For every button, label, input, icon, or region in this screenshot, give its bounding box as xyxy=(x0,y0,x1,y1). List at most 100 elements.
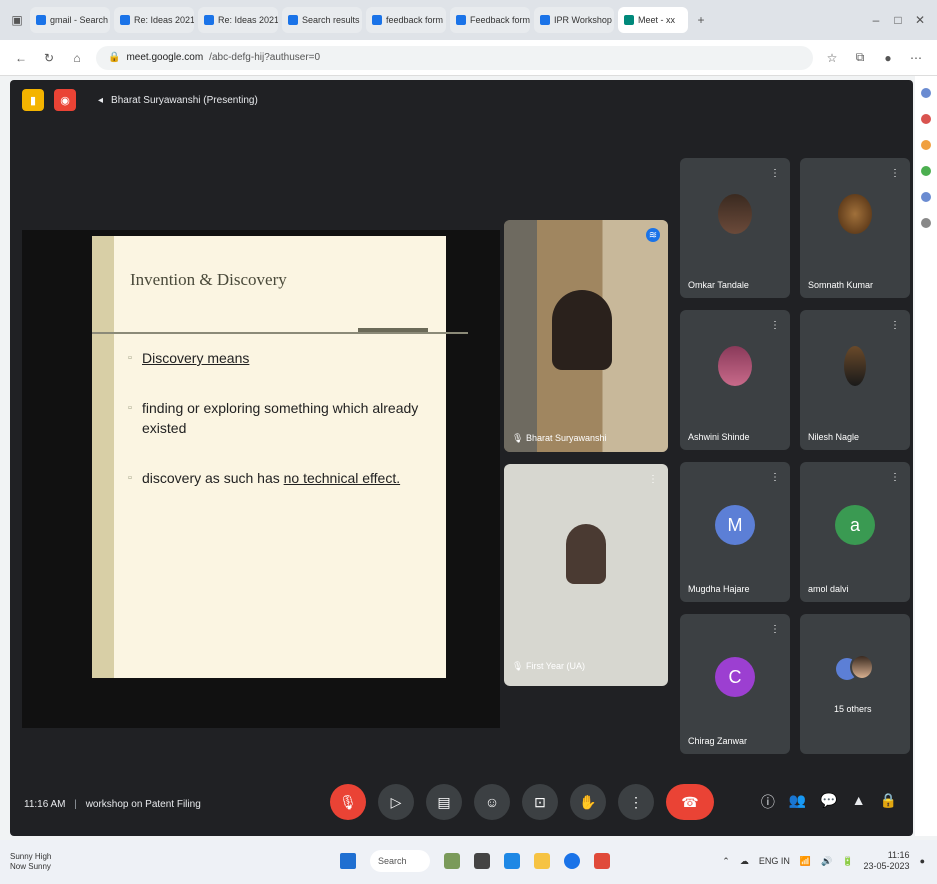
search-label: Search xyxy=(378,856,407,866)
taskbar-search[interactable]: Search xyxy=(370,850,430,872)
raise-hand-button[interactable]: ✋ xyxy=(570,784,606,820)
back-icon[interactable]: ← xyxy=(12,49,30,67)
language-indicator[interactable]: ENG IN xyxy=(759,856,790,866)
more-icon[interactable]: ⋮ xyxy=(888,166,902,180)
outlook-icon[interactable] xyxy=(921,192,931,202)
chrome-icon[interactable] xyxy=(564,853,580,869)
participant-photo xyxy=(718,194,752,234)
home-icon[interactable]: ⌂ xyxy=(68,49,86,67)
browser-tab-active[interactable]: Meet - xx xyxy=(618,7,688,33)
more-icon[interactable]: ⋮ xyxy=(768,166,782,180)
tab-favicon xyxy=(624,15,634,25)
participant-tile-presenter[interactable]: ≋ 🎙 Bharat Suryawanshi xyxy=(504,220,668,452)
participant-tile[interactable]: a ⋮ amol dalvi xyxy=(800,462,910,602)
menu-icon[interactable]: ⋯ xyxy=(907,49,925,67)
notification-icon[interactable]: ● xyxy=(920,856,925,866)
extensions-icon[interactable]: ⧉ xyxy=(851,49,869,67)
participant-tile[interactable]: ⋮ Somnath Kumar xyxy=(800,158,910,298)
star-icon[interactable]: ☆ xyxy=(823,49,841,67)
widgets-icon[interactable] xyxy=(444,853,460,869)
meeting-title: workshop on Patent Filing xyxy=(85,798,201,810)
browser-tab[interactable]: Re: Ideas 2021 - xx xyxy=(198,7,278,33)
person-silhouette xyxy=(552,290,612,370)
file-icon[interactable]: ▮ xyxy=(22,89,44,111)
more-icon[interactable]: ⋮ xyxy=(768,470,782,484)
tab-label: Re: Ideas 2021 xyxy=(134,15,194,25)
more-icon[interactable]: ⋮ xyxy=(888,318,902,332)
maximize-icon[interactable]: □ xyxy=(889,11,907,29)
search-icon[interactable] xyxy=(921,88,931,98)
people-icon[interactable]: 👥 xyxy=(789,792,806,812)
more-icon[interactable]: ⋮ xyxy=(768,622,782,636)
games-icon[interactable] xyxy=(921,166,931,176)
others-tile[interactable]: 15 others xyxy=(800,614,910,754)
window-menu-icon[interactable]: ▣ xyxy=(8,11,26,29)
browser-tab[interactable]: gmail - Search xyxy=(30,7,110,33)
weather-widget[interactable]: Sunny High Now Sunny xyxy=(10,852,130,872)
captions-button[interactable]: ▤ xyxy=(426,784,462,820)
close-icon[interactable]: ✕ xyxy=(911,11,929,29)
more-icon[interactable]: ⋮ xyxy=(646,472,660,486)
slide-divider-accent xyxy=(358,328,428,332)
browser-tab[interactable]: Search results xyxy=(282,7,362,33)
participant-tile[interactable]: ⋮ 🎙 First Year (UA) xyxy=(504,464,668,686)
meet-top-bar: ▮ ◉ ◂ Bharat Suryawanshi (Presenting) xyxy=(10,80,913,120)
profile-icon[interactable]: ● xyxy=(879,49,897,67)
store-icon[interactable] xyxy=(594,853,610,869)
participant-photo xyxy=(838,194,872,234)
task-view-icon[interactable] xyxy=(474,853,490,869)
avatar-stack xyxy=(850,654,874,680)
meet-control-bar: 11:16 AM | workshop on Patent Filing 🎙 ▷… xyxy=(10,772,913,836)
camera-toggle-button[interactable]: ▷ xyxy=(378,784,414,820)
emoji-button[interactable]: ☺ xyxy=(474,784,510,820)
chevron-up-icon[interactable]: ⌃ xyxy=(722,856,730,867)
more-icon[interactable]: ⋮ xyxy=(768,318,782,332)
file-explorer-icon[interactable] xyxy=(534,853,550,869)
tab-label: gmail - Search xyxy=(50,15,109,25)
wifi-icon[interactable]: 📶 xyxy=(800,856,811,867)
windows-start-icon[interactable] xyxy=(340,853,356,869)
new-tab-icon[interactable]: + xyxy=(692,11,710,29)
participant-tile[interactable]: ⋮ Omkar Tandale xyxy=(680,158,790,298)
tools-icon[interactable] xyxy=(921,140,931,150)
browser-tab[interactable]: Feedback form xyxy=(450,7,530,33)
info-icon[interactable]: ⓘ xyxy=(761,792,775,812)
battery-icon[interactable]: 🔋 xyxy=(842,856,853,867)
network-icon[interactable]: ☁ xyxy=(740,856,749,867)
tab-favicon xyxy=(204,15,214,25)
tab-label: feedback form xyxy=(386,15,444,25)
avatar: M xyxy=(715,505,755,545)
edge-icon[interactable] xyxy=(504,853,520,869)
minimize-icon[interactable]: – xyxy=(867,11,885,29)
participant-tile[interactable]: ⋮ Nilesh Nagle xyxy=(800,310,910,450)
host-controls-icon[interactable]: 🔒 xyxy=(880,792,897,812)
activities-icon[interactable]: ▲ xyxy=(852,792,866,812)
leave-call-button[interactable]: ☎ xyxy=(666,784,714,820)
weather-text: Sunny High xyxy=(10,852,52,861)
tab-label: Meet - xx xyxy=(638,15,676,25)
speaking-icon: ≋ xyxy=(646,228,660,242)
present-button[interactable]: ⊡ xyxy=(522,784,558,820)
browser-tab[interactable]: feedback form xyxy=(366,7,446,33)
reload-icon[interactable]: ↻ xyxy=(40,49,58,67)
browser-tab[interactable]: Re: Ideas 2021 xyxy=(114,7,194,33)
system-clock[interactable]: 11:16 23-05-2023 xyxy=(864,850,910,872)
shopping-icon[interactable] xyxy=(921,114,931,124)
present-icon[interactable]: ◉ xyxy=(54,89,76,111)
more-options-button[interactable]: ⋮ xyxy=(618,784,654,820)
add-icon[interactable] xyxy=(921,218,931,228)
more-icon[interactable]: ⋮ xyxy=(888,470,902,484)
address-bar[interactable]: 🔒 meet.google.com/abc-defg-hij?authuser=… xyxy=(96,45,813,70)
tab-label: Search results xyxy=(302,15,360,25)
url-path: /abc-defg-hij?authuser=0 xyxy=(209,52,321,63)
participant-tile[interactable]: M ⋮ Mugdha Hajare xyxy=(680,462,790,602)
participant-tile[interactable]: ⋮ Ashwini Shinde xyxy=(680,310,790,450)
participant-tile[interactable]: C ⋮ Chirag Zanwar xyxy=(680,614,790,754)
mic-toggle-button[interactable]: 🎙 xyxy=(330,784,366,820)
tab-label: IPR Workshop xyxy=(554,15,612,25)
browser-tab[interactable]: IPR Workshop xyxy=(534,7,614,33)
tab-label: Feedback form xyxy=(470,15,530,25)
chat-icon[interactable]: 💬 xyxy=(820,792,837,812)
volume-icon[interactable]: 🔊 xyxy=(821,856,832,867)
meeting-info: 11:16 AM | workshop on Patent Filing xyxy=(24,799,201,810)
